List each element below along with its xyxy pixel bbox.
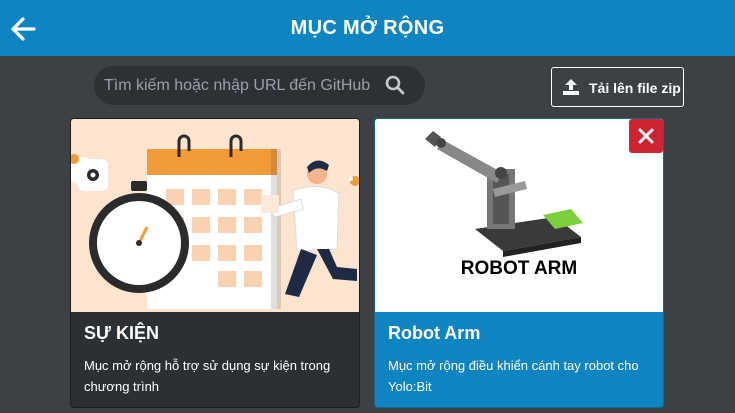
extension-title: Robot Arm (388, 323, 481, 343)
upload-zip-label: Tải lên file zip (589, 80, 681, 96)
extension-card-events[interactable]: SỰ KIỆN Mục mở rộng hỗ trợ sử dụng sự ki… (70, 118, 360, 408)
extension-description: Mục mở rộng điều khiển cánh tay robot ch… (388, 358, 639, 394)
robot-arm-illustration: ROBOT ARM (375, 119, 663, 312)
extension-title: SỰ KIỆN (84, 323, 159, 343)
upload-icon (563, 79, 579, 95)
search-box (94, 66, 425, 105)
robot-arm-image-caption: ROBOT ARM (460, 258, 578, 279)
close-icon (638, 128, 654, 144)
upload-zip-button[interactable]: Tải lên file zip (551, 67, 684, 107)
extension-description: Mục mở rộng hỗ trợ sử dụng sự kiện trong… (84, 358, 331, 394)
search-icon[interactable] (385, 75, 405, 95)
remove-extension-button[interactable] (629, 119, 663, 153)
header-bar: MỤC MỞ RỘNG (0, 0, 735, 56)
page-title: MỤC MỞ RỘNG (290, 17, 445, 39)
search-input[interactable] (104, 66, 379, 105)
extension-card-robot-arm[interactable]: ROBOT ARM Robot Arm Mục mở rộng điều khi… (374, 118, 664, 408)
calendar-stopwatch-illustration (71, 119, 359, 312)
